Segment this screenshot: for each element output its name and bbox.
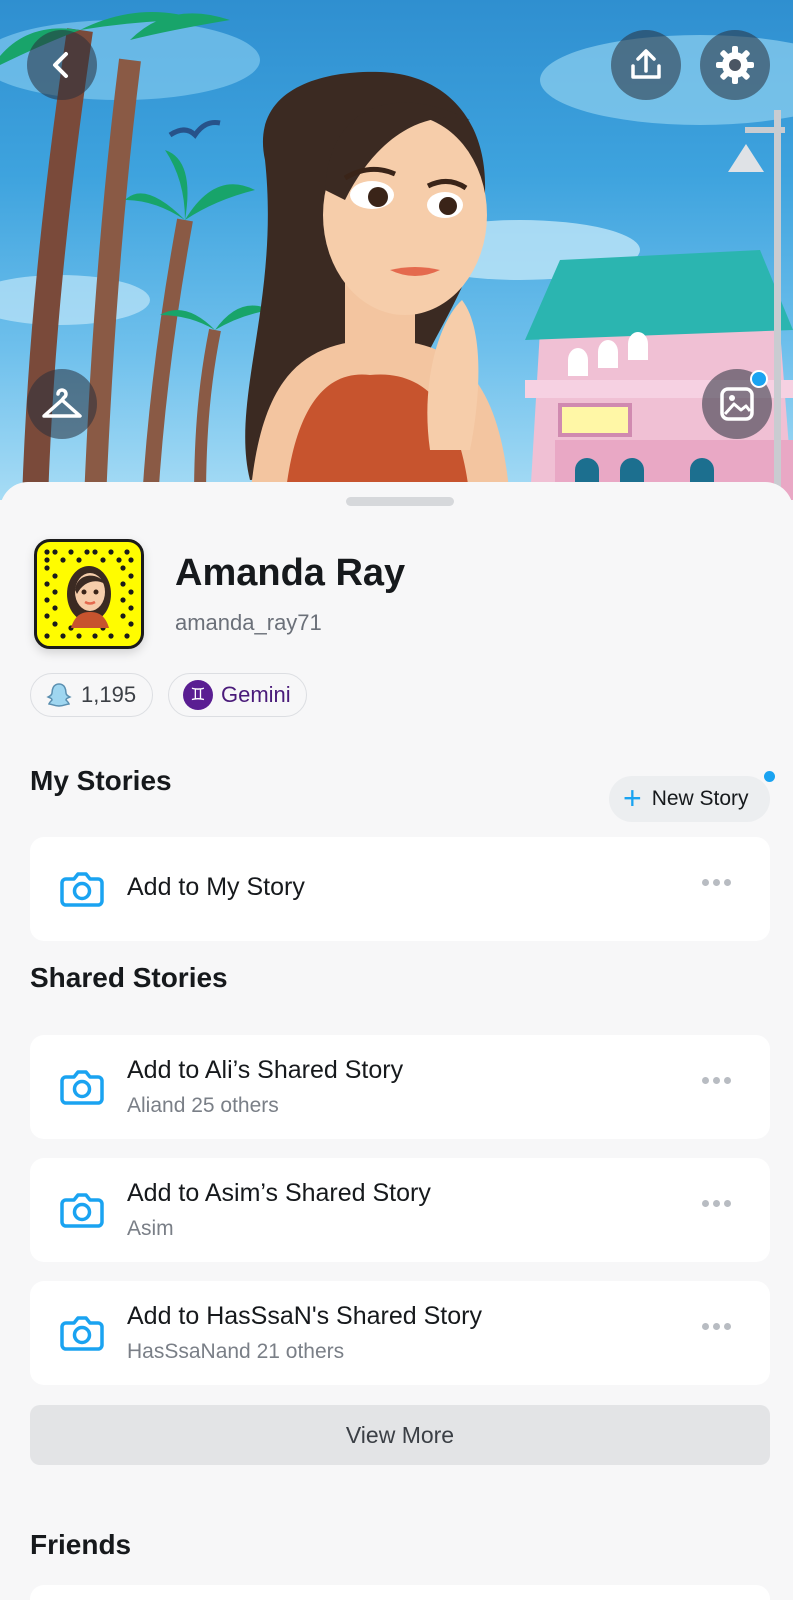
new-story-label: New Story — [651, 787, 749, 810]
zodiac-pill[interactable]: ♊ Gemini — [168, 673, 307, 717]
settings-button[interactable] — [700, 30, 770, 100]
ghost-icon — [46, 683, 72, 707]
story-title: Add to Ali’s Shared Story — [127, 1056, 404, 1084]
change-outfit-button[interactable] — [27, 369, 97, 439]
hanger-icon — [42, 388, 82, 418]
story-title: Add to Asim’s Shared Story — [127, 1179, 431, 1207]
story-title: Add to My Story — [127, 873, 305, 901]
add-to-my-story-card[interactable]: Add to My Story — [30, 837, 770, 941]
camera-icon — [60, 1070, 104, 1105]
snap-score-pill[interactable]: 1,195 — [30, 673, 153, 717]
notification-dot — [764, 771, 775, 782]
shared-story-card-ali[interactable]: Add to Ali’s Shared Story Aliand 25 othe… — [30, 1035, 770, 1139]
zodiac-label: Gemini — [221, 682, 291, 707]
plus-icon: + — [623, 779, 642, 816]
change-background-button[interactable] — [702, 369, 772, 439]
story-subtitle: Asim — [127, 1217, 174, 1240]
more-options-icon[interactable] — [702, 879, 731, 886]
snap-score-value: 1,195 — [81, 682, 137, 707]
gear-icon — [716, 46, 754, 84]
shared-story-card-hassan[interactable]: Add to HasSsaN's Shared Story HasSsaNand… — [30, 1281, 770, 1385]
profile-banner — [0, 0, 793, 500]
more-options-icon[interactable] — [702, 1323, 731, 1330]
camera-icon — [60, 872, 104, 907]
shared-story-card-asim[interactable]: Add to Asim’s Shared Story Asim — [30, 1158, 770, 1262]
share-profile-button[interactable] — [611, 30, 681, 100]
upload-icon — [631, 49, 661, 79]
view-more-button[interactable]: View More — [30, 1405, 770, 1465]
camera-icon — [60, 1193, 104, 1228]
story-subtitle: Aliand 25 others — [127, 1094, 279, 1117]
image-icon — [720, 387, 754, 421]
shared-stories-title: Shared Stories — [30, 962, 228, 993]
gemini-icon: ♊ — [183, 680, 213, 710]
new-story-button[interactable]: + New Story — [609, 776, 770, 822]
snapcode-dots-icon — [44, 549, 134, 639]
new-indicator-dot — [750, 370, 768, 388]
friends-card[interactable] — [30, 1585, 770, 1600]
my-stories-title: My Stories — [30, 765, 172, 796]
camera-icon — [60, 1316, 104, 1351]
display-name: Amanda Ray — [175, 552, 406, 594]
friends-title: Friends — [30, 1529, 132, 1560]
username[interactable]: amanda_ray71 — [175, 610, 322, 636]
more-options-icon[interactable] — [702, 1077, 731, 1084]
drag-handle[interactable] — [346, 497, 454, 506]
story-title: Add to HasSsaN's Shared Story — [127, 1302, 482, 1330]
chevron-left-icon — [53, 52, 68, 78]
snapcode[interactable] — [34, 539, 144, 649]
more-options-icon[interactable] — [702, 1200, 731, 1207]
profile-sheet: Amanda Ray amanda_ray71 1,195 ♊ Gemini M… — [0, 482, 793, 1600]
back-button[interactable] — [27, 30, 97, 100]
story-subtitle: HasSsaNand 21 others — [127, 1340, 345, 1363]
